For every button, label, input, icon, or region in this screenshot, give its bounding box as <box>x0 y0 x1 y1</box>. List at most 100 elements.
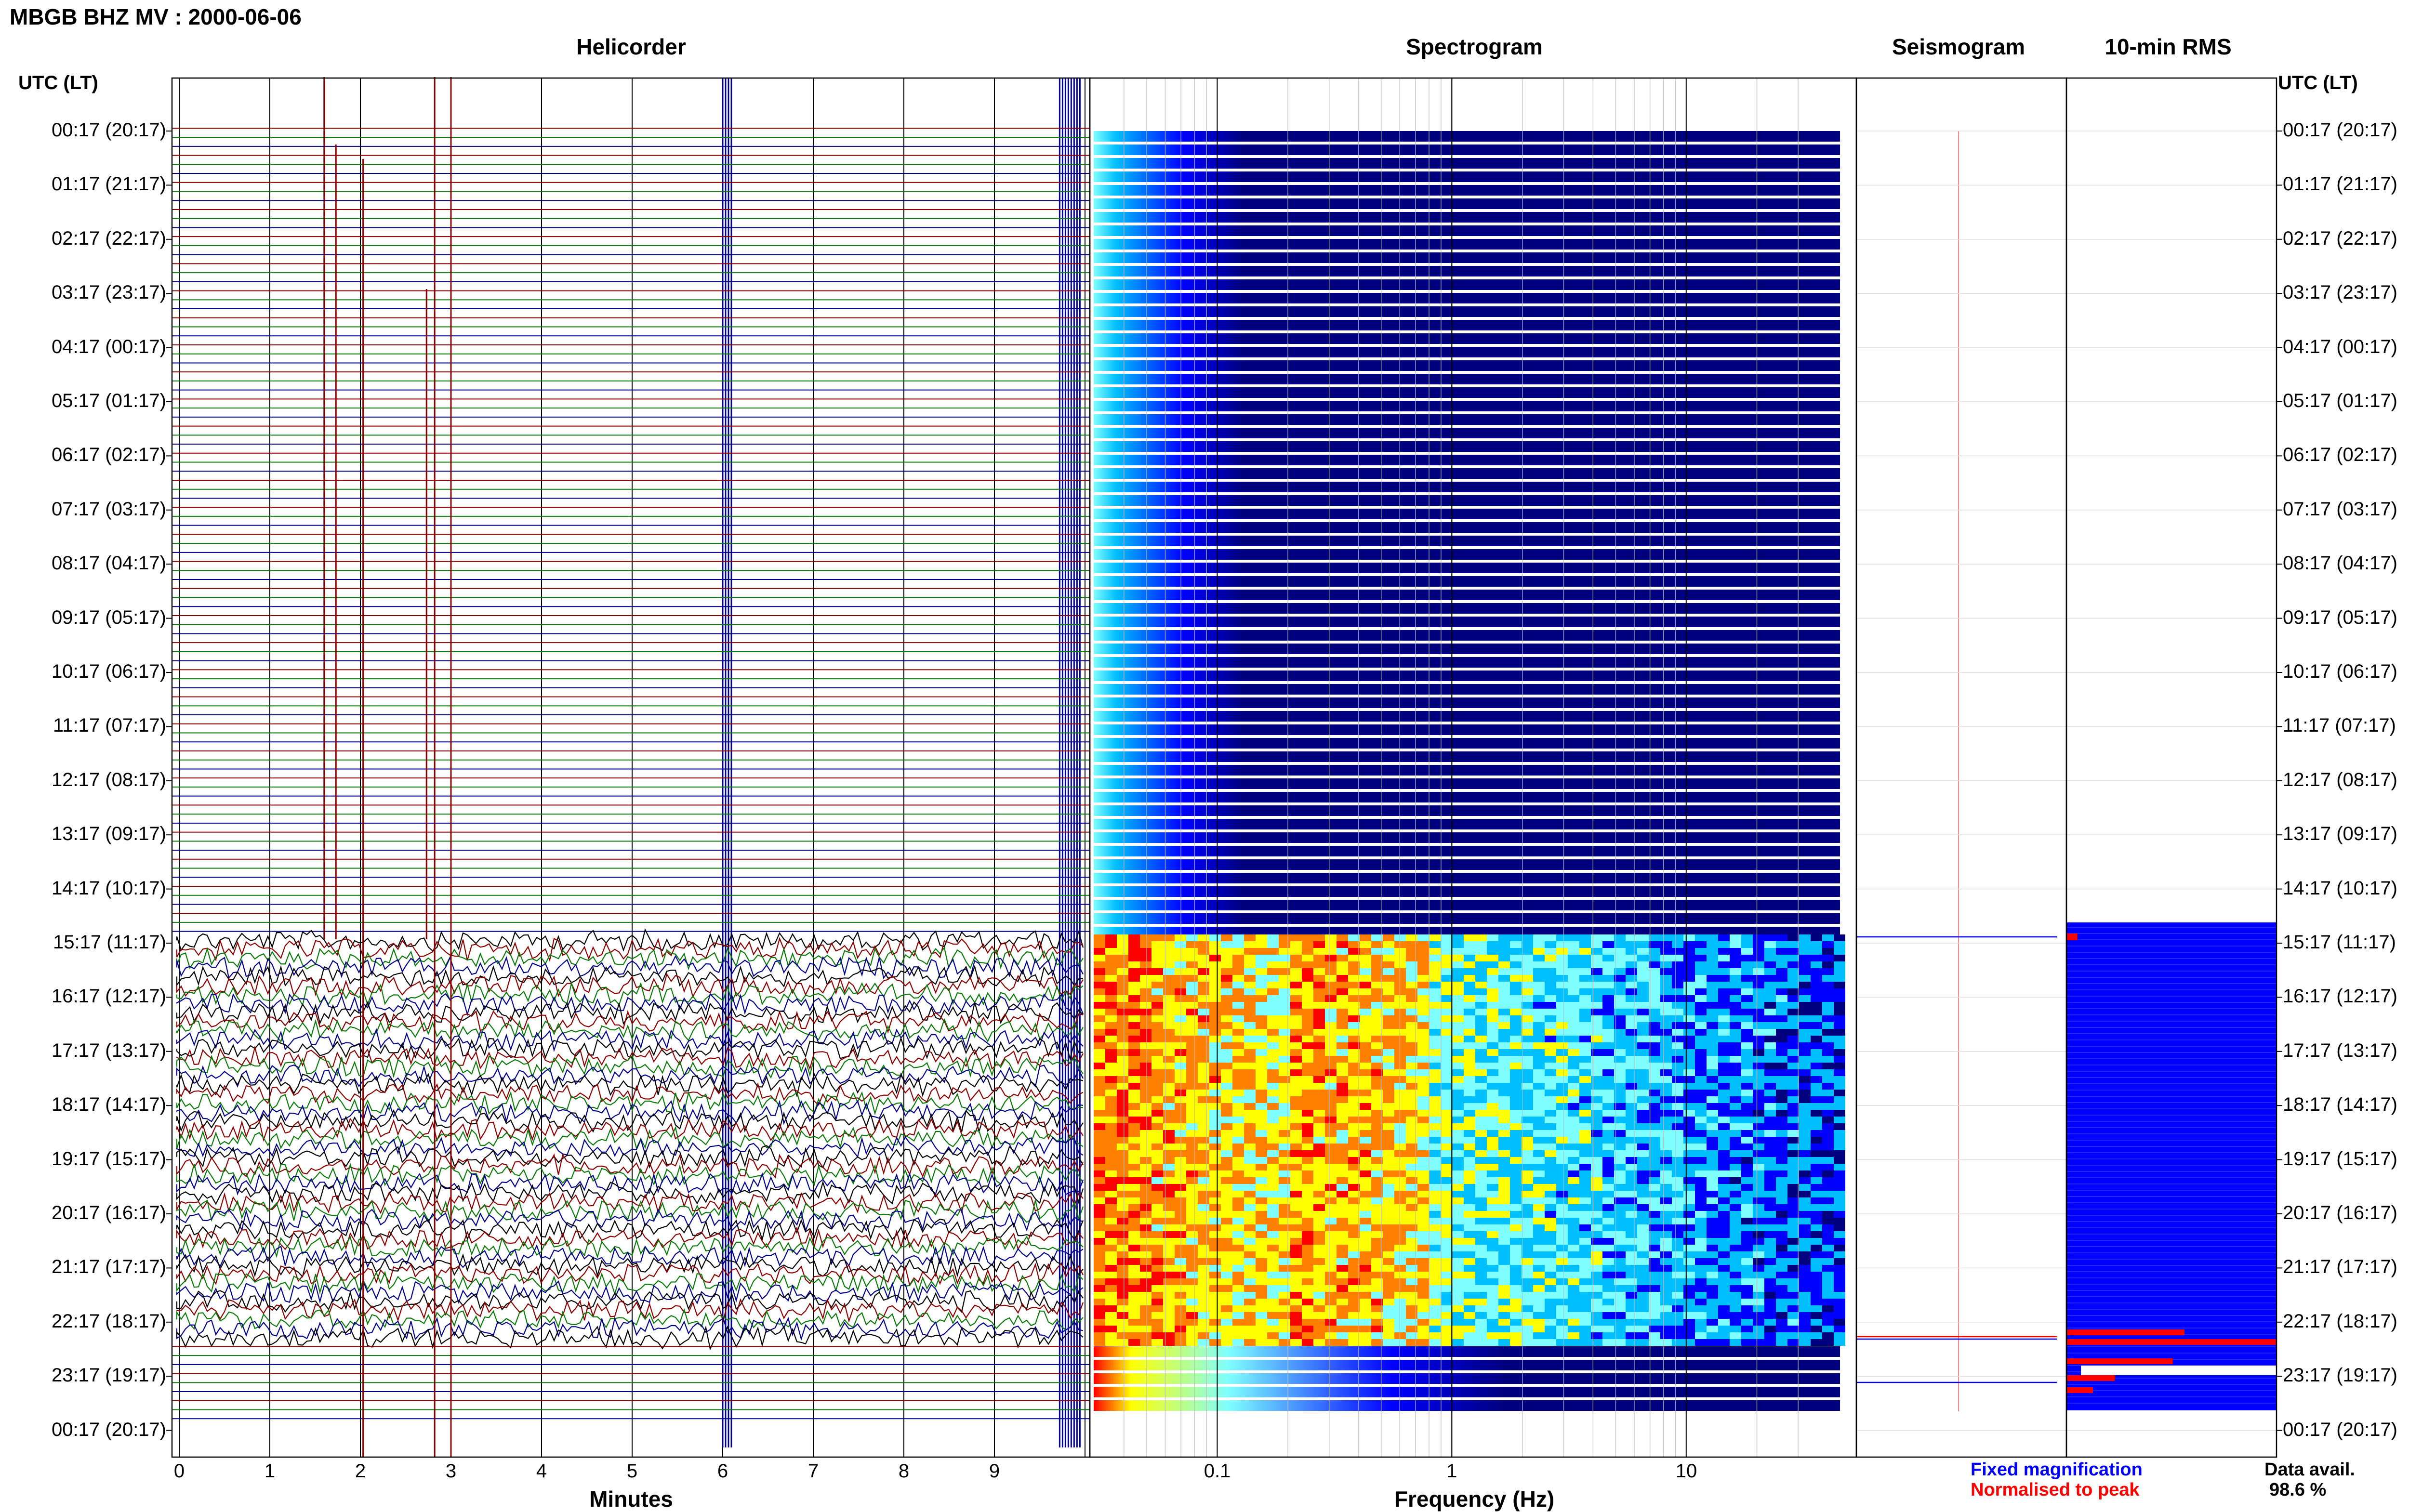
spectrogram-cell <box>1337 955 1348 961</box>
spectrogram-cell <box>1475 1049 1487 1056</box>
spectrogram-cell <box>1313 1292 1325 1299</box>
spectrogram-cell <box>1510 1177 1522 1184</box>
spectrogram-cell <box>1811 1204 1822 1211</box>
spectrogram-cell <box>1799 1130 1811 1137</box>
spectrogram-cell <box>1776 1130 1787 1137</box>
spectrogram-cell <box>1822 1069 1834 1076</box>
spectrogram-cell <box>1695 1265 1707 1272</box>
spectrogram-cell <box>1244 1117 1256 1123</box>
spectrogram-cell <box>1764 1332 1776 1339</box>
spectrogram-cell <box>1556 1049 1568 1056</box>
spectrogram-cell <box>1556 1204 1568 1211</box>
spectrogram-cell <box>1834 1036 1845 1042</box>
spectrogram-cell <box>1128 1157 1140 1164</box>
spectrogram-cell <box>1672 982 1683 988</box>
spectrogram-cell <box>1105 968 1117 975</box>
spectrogram-cell <box>1152 1015 1163 1022</box>
spectrogram-cell <box>1452 1090 1464 1096</box>
spectrogram-cell <box>1776 1036 1787 1042</box>
spectrogram-cell <box>1337 988 1348 995</box>
spectrogram-cell <box>1787 1015 1799 1022</box>
spectrogram-cell <box>1325 1191 1337 1197</box>
spectrogram-cell <box>1152 1137 1163 1144</box>
spectrogram-cell <box>1360 1231 1371 1238</box>
spectrogram-cell <box>1660 934 1672 941</box>
spectrogram-cell <box>1787 1251 1799 1258</box>
spectrogram-cell <box>1348 1130 1360 1137</box>
spectrogram-cell <box>1383 1339 1394 1346</box>
spectrogram-cell <box>1741 1015 1753 1022</box>
spectrogram-cell <box>1764 1137 1776 1144</box>
spectrogram-cell <box>1787 1103 1799 1110</box>
spectrogram-cell <box>1152 1191 1163 1197</box>
spectrogram-cell <box>1475 1285 1487 1292</box>
spectrogram-cell <box>1429 1326 1441 1332</box>
spectrogram-cell <box>1394 1002 1406 1009</box>
spectrogram-cell <box>1764 1319 1776 1326</box>
spectrogram-cell <box>1117 1170 1128 1177</box>
spectrogram-cell <box>1417 1103 1429 1110</box>
spectrogram-cell <box>1649 1191 1660 1197</box>
spectrogram-cell <box>1741 941 1753 948</box>
spectrogram-cell <box>1568 1204 1579 1211</box>
spectrogram-cell <box>1337 1063 1348 1069</box>
spectrogram-cell <box>1799 1117 1811 1123</box>
spectrogram-cell <box>1152 1272 1163 1278</box>
spectrogram-cell <box>1637 1204 1649 1211</box>
spectrogram-cell <box>1163 1009 1175 1015</box>
spectrogram-cell <box>1556 988 1568 995</box>
spectrogram-cell <box>1302 1090 1313 1096</box>
spectrogram-cell <box>1163 1157 1175 1164</box>
spectrogram-cell <box>1267 1042 1279 1049</box>
spectrogram-cell <box>1649 1251 1660 1258</box>
spectrogram-cell <box>1776 995 1787 1002</box>
spectrogram-cell <box>1325 1117 1337 1123</box>
spectrogram-cell <box>1522 1251 1533 1258</box>
spectrogram-cell <box>1140 1170 1152 1177</box>
spectrogram-cell <box>1394 1204 1406 1211</box>
spectrogram-cell <box>1313 1056 1325 1063</box>
spectrogram-cell <box>1140 955 1152 961</box>
helicorder-trace <box>176 1072 1084 1098</box>
spectrogram-cell <box>1140 1063 1152 1069</box>
spectrogram-cell <box>1776 1009 1787 1015</box>
spectrogram-cell <box>1267 1177 1279 1184</box>
spectrogram-cell <box>1256 1096 1267 1103</box>
spectrogram-cell <box>1475 968 1487 975</box>
spectrogram-cell <box>1417 1332 1429 1339</box>
spectrogram-cell <box>1695 1130 1707 1137</box>
spectrogram-cell <box>1313 1326 1325 1332</box>
spectrogram-cell <box>1128 1197 1140 1204</box>
spectrogram-cell <box>1730 1022 1741 1029</box>
spectrogram-cell <box>1510 1056 1522 1063</box>
spectrogram-cell <box>1811 1191 1822 1197</box>
spectrogram-cell <box>1718 1218 1730 1224</box>
spectrogram-cell <box>1533 1083 1545 1090</box>
spectrogram-row <box>1094 225 1840 236</box>
spectrogram-cell <box>1602 1251 1614 1258</box>
spectrogram-cell <box>1325 948 1337 955</box>
spectrogram-cell <box>1325 1245 1337 1251</box>
spectrogram-cell <box>1834 1272 1845 1278</box>
spectrogram-cell <box>1348 1015 1360 1022</box>
spectrogram-cell <box>1267 1265 1279 1272</box>
spectrogram-cell <box>1510 1130 1522 1137</box>
spectrogram-cell <box>1383 1191 1394 1197</box>
spectrogram-cell <box>1105 982 1117 988</box>
spectrogram-cell <box>1232 1009 1244 1015</box>
spectrogram-cell <box>1475 1069 1487 1076</box>
spectrogram-cell <box>1730 1110 1741 1117</box>
spectrogram-cell <box>1313 1299 1325 1305</box>
spectrogram-cell <box>1105 988 1117 995</box>
spectrogram-cell <box>1198 961 1209 968</box>
spectrogram-cell <box>1707 995 1718 1002</box>
spectrogram-cell <box>1637 1164 1649 1170</box>
spectrogram-cell <box>1163 1117 1175 1123</box>
spectrogram-cell <box>1175 1224 1186 1231</box>
spectrogram-cell <box>1510 1245 1522 1251</box>
spectrogram-cell <box>1683 955 1695 961</box>
spectrogram-cell <box>1394 1117 1406 1123</box>
spectrogram-cell <box>1660 1130 1672 1137</box>
spectrogram-cell <box>1441 1339 1452 1346</box>
spectrogram-cell <box>1198 1204 1209 1211</box>
